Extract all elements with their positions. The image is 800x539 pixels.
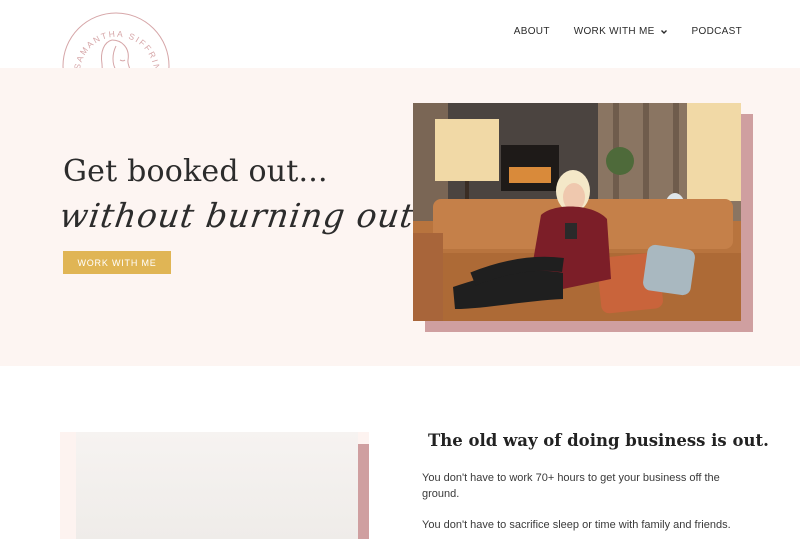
section-paragraph-2: You don't have to sacrifice sleep or tim… (422, 519, 731, 531)
section-image (60, 432, 369, 539)
section-paragraph-1: You don't have to work 70+ hours to get … (422, 472, 720, 500)
hero-photo (413, 103, 741, 321)
work-with-me-button[interactable]: WORK WITH ME (63, 251, 171, 274)
nav-label[interactable]: ABOUT (514, 26, 550, 37)
nav-label[interactable]: WORK WITH ME (574, 26, 655, 37)
hero-script-line: without burning out. (57, 196, 429, 235)
nav-item-podcast[interactable]: PODCAST (692, 26, 742, 37)
nav-label[interactable]: PODCAST (692, 26, 742, 37)
hero-photo-illustration (413, 103, 741, 321)
nav-item-about[interactable]: ABOUT (514, 26, 550, 37)
main-nav: ABOUT WORK WITH ME PODCAST (514, 26, 742, 37)
section-image-photo (76, 432, 358, 539)
site-header: SAMANTHA SIFFRING ABOUT WORK WITH ME POD… (0, 0, 800, 120)
hero-title: Get booked out... (63, 154, 328, 189)
chevron-down-icon[interactable] (660, 28, 668, 36)
nav-item-work-with-me[interactable]: WORK WITH ME (574, 26, 668, 37)
section-heading: The old way of doing business is out. (428, 431, 769, 450)
section-image-accent (358, 444, 369, 539)
